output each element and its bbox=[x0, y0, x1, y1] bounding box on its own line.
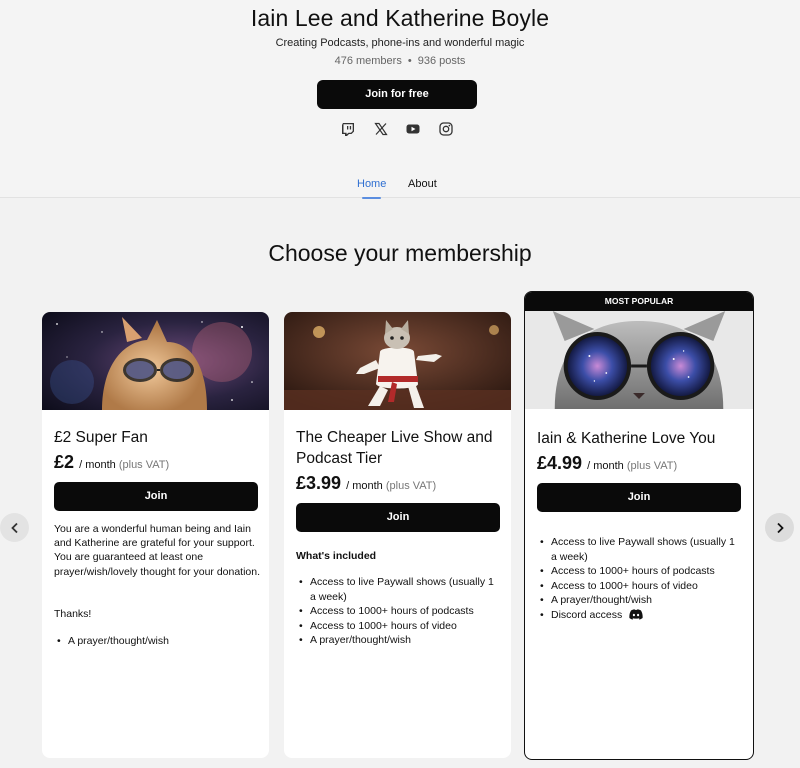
tier-price: £2 / month (plus VAT) bbox=[54, 452, 169, 473]
tier-image-space-cat bbox=[42, 312, 269, 410]
creator-stats: 476 members • 936 posts bbox=[0, 55, 800, 67]
tier-name: The Cheaper Live Show and Podcast Tier bbox=[296, 429, 493, 467]
tab-home[interactable]: Home bbox=[357, 178, 386, 199]
x-icon[interactable] bbox=[373, 121, 389, 137]
tier-price: £3.99 / month (plus VAT) bbox=[296, 473, 436, 494]
price-period: / month bbox=[346, 480, 383, 492]
price-vat: (plus VAT) bbox=[626, 460, 678, 472]
benefit-item: Access to 1000+ hours of video bbox=[537, 579, 742, 594]
benefits-list: Access to live Paywall shows (usually 1 … bbox=[296, 575, 501, 648]
price-period: / month bbox=[587, 460, 624, 472]
stats-separator: • bbox=[407, 55, 412, 67]
most-popular-badge: MOST POPULAR bbox=[525, 292, 753, 311]
price-amount: £4.99 bbox=[537, 453, 583, 473]
join-button[interactable]: Join bbox=[537, 483, 741, 512]
benefit-item: Access to 1000+ hours of video bbox=[296, 619, 501, 634]
section-title: Choose your membership bbox=[268, 240, 532, 266]
benefit-item: A prayer/thought/wish bbox=[537, 593, 742, 608]
tier-image-karate-cat bbox=[284, 312, 511, 410]
benefit-item-discord: Discord access bbox=[537, 608, 742, 625]
tier-card-cheaper-live-show: The Cheaper Live Show and Podcast Tier £… bbox=[284, 312, 511, 758]
instagram-icon[interactable] bbox=[438, 121, 454, 137]
price-amount: £3.99 bbox=[296, 473, 342, 493]
tier-card-love-you: MOST POPULAR Iain & Katherine Love You £… bbox=[524, 291, 754, 760]
creator-name: Iain Lee and Katherine Boyle bbox=[250, 5, 550, 31]
member-count: 476 members bbox=[334, 55, 402, 67]
benefits-list: A prayer/thought/wish bbox=[54, 634, 259, 649]
benefits-list: Access to live Paywall shows (usually 1 … bbox=[537, 535, 742, 625]
join-button[interactable]: Join bbox=[54, 482, 258, 511]
tab-about[interactable]: About bbox=[408, 178, 437, 198]
price-vat: (plus VAT) bbox=[385, 480, 437, 492]
tier-description: You are a wonderful human being and Iain… bbox=[54, 523, 261, 578]
benefit-item: A prayer/thought/wish bbox=[296, 633, 501, 648]
tier-image-galaxy-cat bbox=[525, 311, 753, 409]
tier-card-super-fan: £2 Super Fan £2 / month (plus VAT) Join … bbox=[42, 312, 269, 758]
post-count: 936 posts bbox=[417, 55, 466, 67]
creator-tagline: Creating Podcasts, phone-ins and wonderf… bbox=[275, 37, 525, 49]
carousel-next-button[interactable] bbox=[765, 513, 794, 542]
chevron-right-icon bbox=[776, 522, 784, 533]
benefit-label: Discord access bbox=[551, 608, 623, 621]
creator-header: Iain Lee and Katherine Boyle Creating Po… bbox=[0, 0, 800, 198]
twitch-icon[interactable] bbox=[340, 121, 356, 137]
join-button[interactable]: Join bbox=[296, 503, 500, 532]
tier-thanks: Thanks! bbox=[54, 608, 92, 620]
page-tabs: Home About bbox=[0, 178, 800, 199]
youtube-icon[interactable] bbox=[405, 121, 421, 137]
whats-included-heading: What's included bbox=[296, 550, 377, 562]
benefit-item: Access to live Paywall shows (usually 1 … bbox=[296, 575, 501, 604]
benefit-item: A prayer/thought/wish bbox=[54, 634, 259, 649]
price-vat: (plus VAT) bbox=[118, 459, 170, 471]
tier-name: Iain & Katherine Love You bbox=[537, 430, 716, 447]
benefit-item: Access to 1000+ hours of podcasts bbox=[296, 604, 501, 619]
benefit-item: Access to 1000+ hours of podcasts bbox=[537, 564, 742, 579]
social-links bbox=[340, 121, 454, 137]
join-for-free-button[interactable]: Join for free bbox=[317, 80, 477, 109]
tier-price: £4.99 / month (plus VAT) bbox=[537, 453, 677, 474]
tier-name: £2 Super Fan bbox=[54, 429, 148, 446]
price-period: / month bbox=[79, 459, 116, 471]
discord-icon bbox=[629, 609, 643, 625]
carousel-prev-button[interactable] bbox=[0, 513, 29, 542]
price-amount: £2 bbox=[54, 452, 75, 472]
chevron-left-icon bbox=[10, 522, 18, 533]
benefit-item: Access to live Paywall shows (usually 1 … bbox=[537, 535, 742, 564]
